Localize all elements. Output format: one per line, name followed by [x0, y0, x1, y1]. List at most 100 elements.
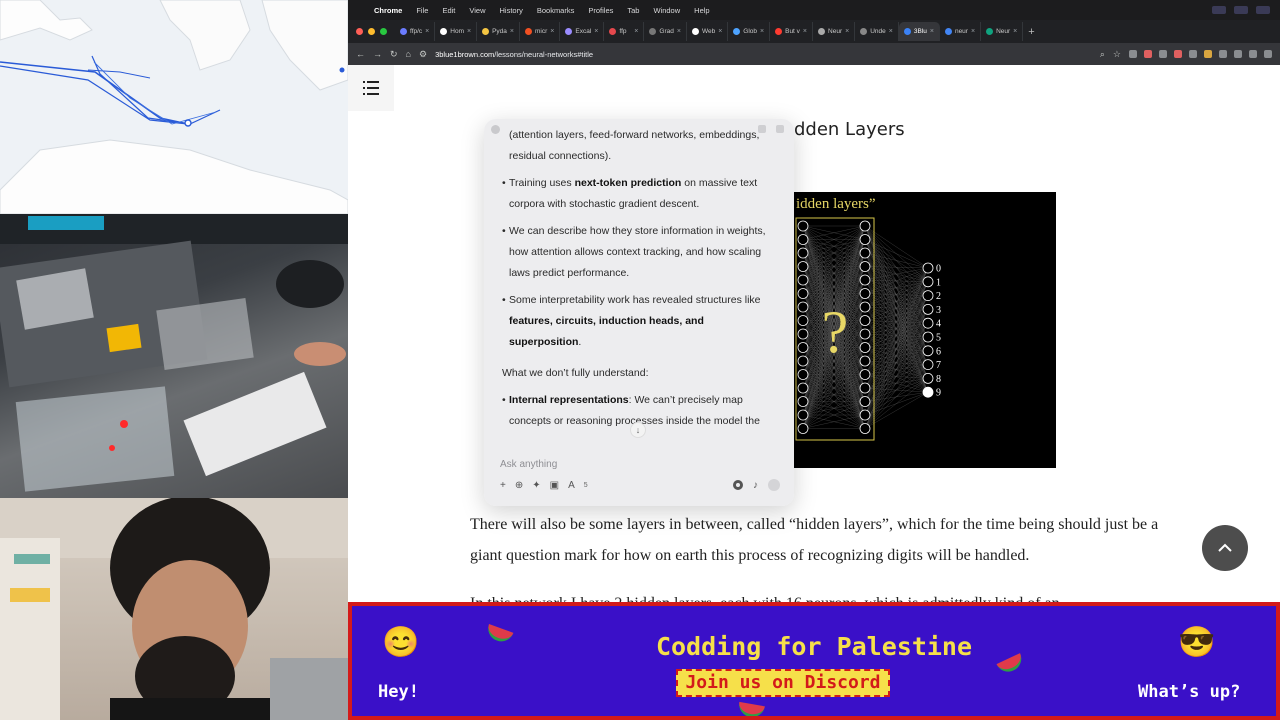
tab-favicon [609, 28, 617, 35]
tab-close-icon[interactable]: × [760, 28, 764, 35]
tab-close-icon[interactable]: × [889, 28, 893, 35]
browser-tab[interactable]: Web × [687, 22, 729, 41]
menu-window[interactable]: Window [653, 6, 680, 15]
tab-label: Neur [996, 28, 1011, 35]
menu-file[interactable]: File [416, 6, 428, 15]
maximize-window-button[interactable] [380, 28, 387, 35]
chat-messages[interactable]: (attention layers, feed-forward networks… [502, 127, 778, 447]
tab-close-icon[interactable]: × [594, 28, 598, 35]
minimize-window-button[interactable] [368, 28, 375, 35]
extension-icon[interactable] [1249, 50, 1257, 58]
tab-close-icon[interactable]: × [845, 28, 849, 35]
extension-icon[interactable] [1234, 50, 1242, 58]
status-icon[interactable] [1256, 6, 1270, 14]
chat-popup[interactable]: (attention layers, feed-forward networks… [484, 119, 794, 506]
tab-close-icon[interactable]: × [930, 28, 934, 35]
browser-tab[interactable]: Unde × [855, 22, 899, 41]
sparkle-icon[interactable]: ✦ [532, 480, 540, 491]
text-tool-icon[interactable]: A [568, 480, 575, 491]
article-paragraph-next: In this network I have 2 hidden layers, … [470, 590, 1170, 602]
zoom-icon[interactable]: ⌕ [1100, 49, 1105, 60]
tab-close-icon[interactable]: × [718, 28, 722, 35]
send-button[interactable] [768, 479, 780, 491]
globe-icon[interactable]: ⊕ [515, 480, 523, 491]
browser-tab[interactable]: neur × [940, 22, 982, 41]
tab-label: Grad [659, 28, 674, 35]
extension-icon[interactable] [1144, 50, 1152, 58]
browser-tab[interactable]: Excal × [560, 22, 605, 41]
extension-icon[interactable] [1129, 50, 1137, 58]
browser-tab[interactable]: Hom × [435, 22, 478, 41]
menu-tab[interactable]: Tab [627, 6, 639, 15]
x-icon [691, 28, 699, 35]
microphone-icon[interactable]: ♪ [753, 480, 758, 491]
browser-tab[interactable]: micr × [520, 22, 561, 41]
chat-bullet: • Some interpretability work has revealed… [502, 294, 761, 348]
browser-tab[interactable]: Grad × [644, 22, 687, 41]
record-icon[interactable] [733, 480, 743, 490]
tab-close-icon[interactable]: × [634, 28, 638, 35]
close-chat-button[interactable] [491, 125, 500, 134]
tab-close-icon[interactable]: × [550, 28, 554, 35]
forward-icon[interactable]: → [373, 49, 382, 59]
menu-toggle-button[interactable] [348, 65, 394, 111]
tab-close-icon[interactable]: × [677, 28, 681, 35]
neuron [859, 396, 871, 407]
menu-profiles[interactable]: Profiles [588, 6, 613, 15]
browser-tab[interactable]: Neur × [813, 22, 856, 41]
menu-edit[interactable]: Edit [442, 6, 455, 15]
menu-view[interactable]: View [469, 6, 485, 15]
browser-tab[interactable]: Pyda × [477, 22, 521, 41]
tab-close-icon[interactable]: × [425, 28, 429, 35]
output-label: 8 [936, 374, 941, 385]
neuron [859, 220, 871, 232]
tab-label: neur [954, 28, 968, 35]
neuron [797, 315, 809, 326]
browser-tab[interactable]: But v × [770, 22, 814, 41]
menu-chrome[interactable]: Chrome [374, 6, 402, 15]
browser-tab[interactable]: ffp/c × [395, 22, 436, 41]
close-window-button[interactable] [356, 28, 363, 35]
extension-icon[interactable] [1264, 50, 1272, 58]
ask-input[interactable]: Ask anything [500, 459, 557, 470]
status-icon[interactable] [1212, 6, 1226, 14]
chat-bullet: • We can describe how they store informat… [502, 225, 766, 279]
tab-close-icon[interactable]: × [803, 28, 807, 35]
tab-close-icon[interactable]: × [467, 28, 471, 35]
address-bar[interactable]: 3blue1brown.com/lessons/neural-networks#… [435, 50, 1092, 59]
extension-icon[interactable] [1219, 50, 1227, 58]
menu-bookmarks[interactable]: Bookmarks [537, 6, 575, 15]
menu-history[interactable]: History [500, 6, 523, 15]
site-info-icon[interactable]: ⚙ [419, 49, 427, 60]
neuron [797, 220, 809, 232]
tab-close-icon[interactable]: × [510, 28, 514, 35]
browser-tab[interactable]: Glob × [728, 22, 771, 41]
image-icon[interactable]: ▣ [550, 480, 559, 491]
bookmark-star-icon[interactable]: ☆ [1113, 49, 1121, 60]
tab-close-icon[interactable]: × [971, 28, 975, 35]
plus-icon[interactable]: + [500, 480, 506, 491]
scroll-down-button[interactable]: ↓ [630, 422, 646, 438]
status-icon[interactable] [1234, 6, 1248, 14]
discord-cta[interactable]: Join us on Discord [676, 669, 890, 697]
extension-icon[interactable] [1159, 50, 1167, 58]
back-icon[interactable]: ← [356, 49, 365, 59]
home-icon[interactable]: ⌂ [406, 49, 411, 59]
browser-tab-active[interactable]: 3Blu × [898, 22, 940, 41]
tab-label: Glob [743, 28, 758, 35]
extension-icon[interactable] [1204, 50, 1212, 58]
menu-help[interactable]: Help [694, 6, 709, 15]
back-to-top-button[interactable] [1202, 525, 1248, 571]
bullet-bold: next-token prediction [574, 177, 682, 189]
reload-icon[interactable]: ↻ [390, 49, 398, 60]
browser-tab[interactable]: Neur × [981, 22, 1024, 41]
browser-tab[interactable]: ffp × [604, 22, 645, 41]
extension-icon[interactable] [1174, 50, 1182, 58]
stream-banner: 😊 😎 Codding for Palestine Join us on Dis… [348, 602, 1280, 720]
map-view[interactable] [0, 0, 348, 214]
extension-icon[interactable] [1189, 50, 1197, 58]
neuron [859, 315, 871, 326]
tab-close-icon[interactable]: × [1013, 28, 1017, 35]
neuron [859, 423, 871, 434]
new-tab-button[interactable]: + [1023, 22, 1039, 41]
